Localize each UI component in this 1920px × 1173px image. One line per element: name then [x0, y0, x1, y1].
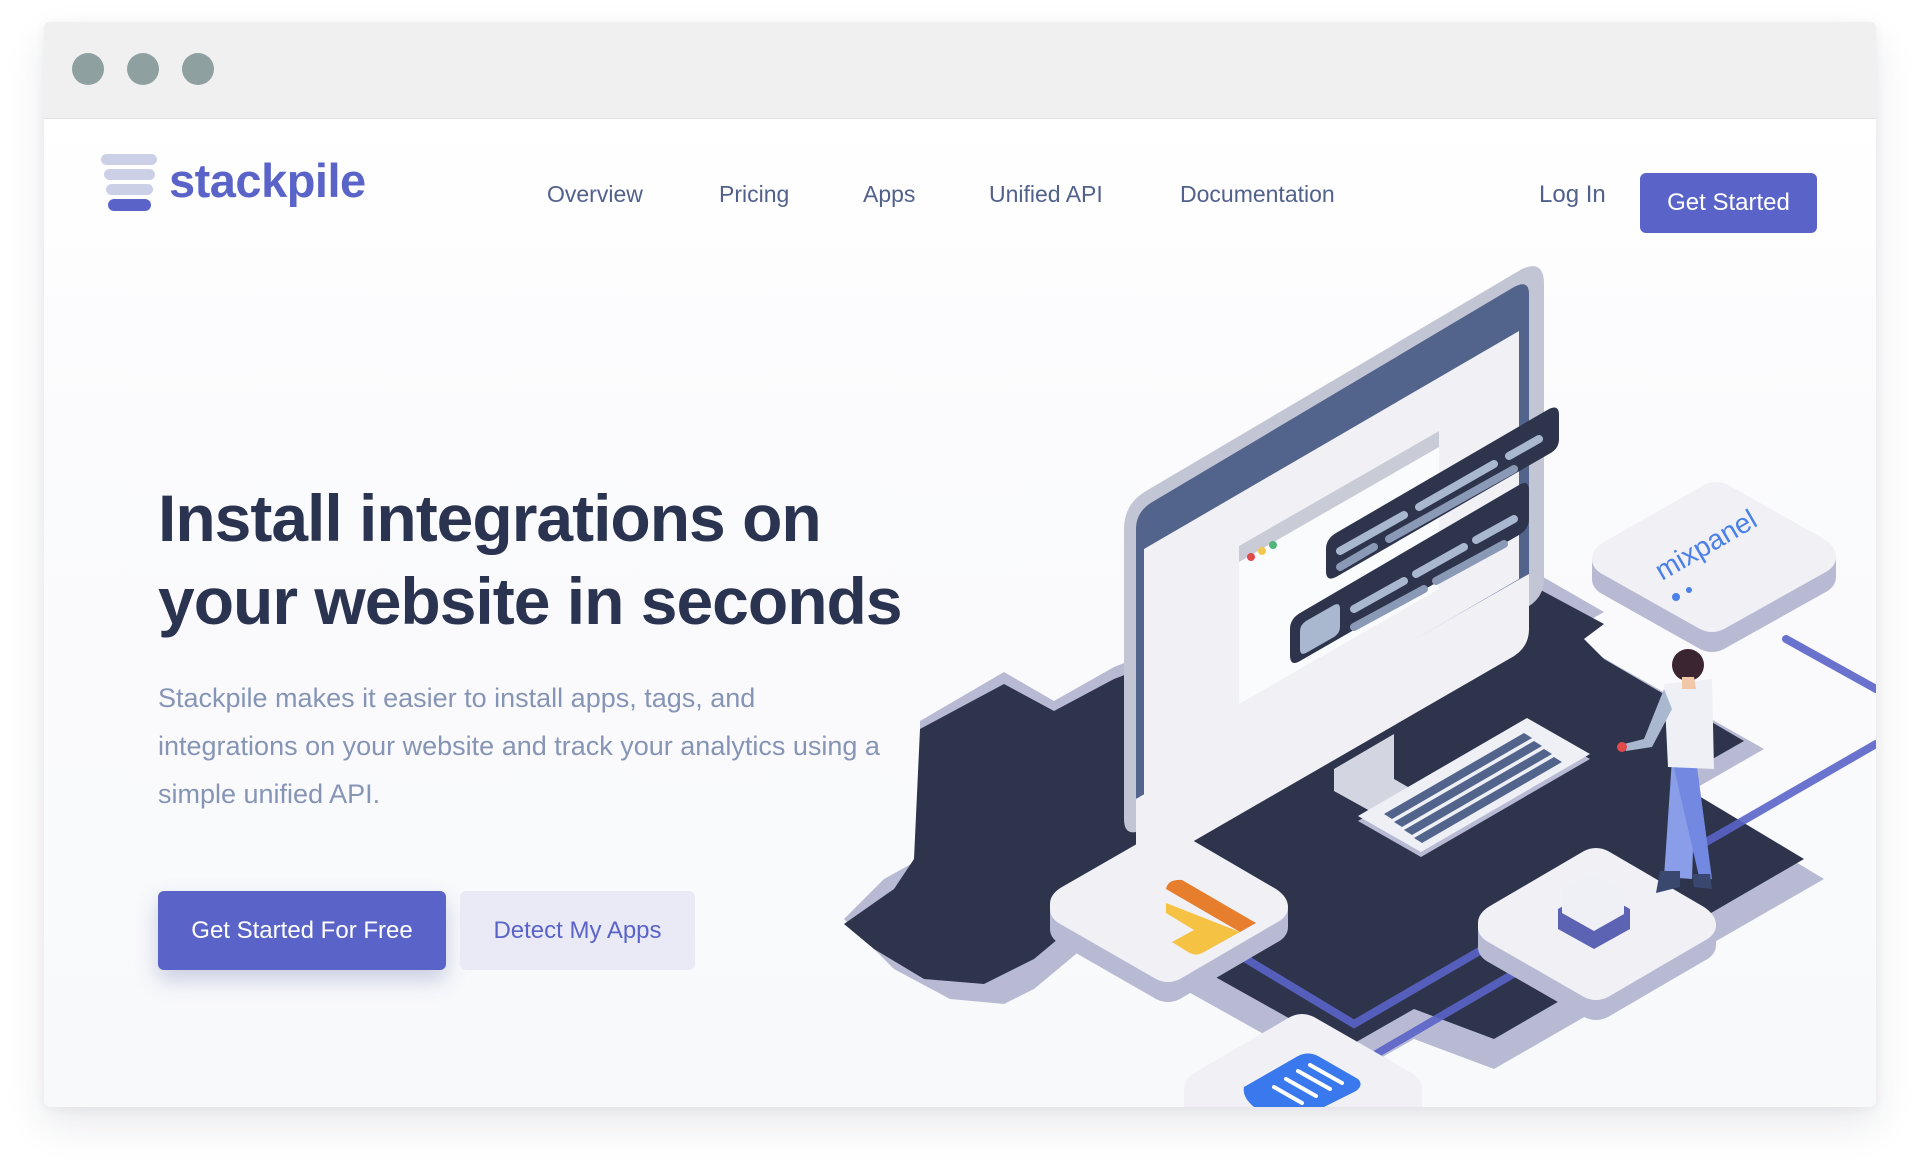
stack-layers-icon [101, 154, 157, 212]
monitor [1124, 266, 1544, 867]
tile-google-analytics [1050, 830, 1288, 1002]
landing-page: mixpanel stackpile Overview Pricing Apps… [44, 119, 1876, 1107]
brand-name: stackpile [169, 153, 366, 207]
hero-subtitle: Stackpile makes it easier to install app… [158, 683, 880, 809]
browser-window: mixpanel stackpile Overview Pricing Apps… [44, 22, 1876, 1107]
person-figure [1617, 649, 1714, 893]
keyboard [1358, 718, 1590, 857]
get-started-button[interactable]: Get Started [1640, 173, 1817, 233]
hero-title-line1: Install integrations on [158, 481, 822, 555]
hero-title: Install integrations on your website in … [158, 477, 903, 643]
connection-lines [1242, 635, 1876, 1071]
window-minimize-button[interactable] [127, 53, 159, 85]
hero-title-line2: your website in seconds [158, 564, 903, 638]
window-maximize-button[interactable] [182, 53, 214, 85]
mixpanel-logo-text: mixpanel [1650, 503, 1763, 586]
nav-overview[interactable]: Overview [547, 181, 643, 208]
tile-person-platform [1478, 848, 1716, 1020]
window-close-button[interactable] [72, 53, 104, 85]
login-link[interactable]: Log In [1539, 181, 1606, 209]
tile-intercom [1184, 1014, 1422, 1107]
nav-unified-api[interactable]: Unified API [989, 181, 1103, 208]
nav-documentation[interactable]: Documentation [1180, 181, 1335, 208]
brand-logo[interactable]: stackpile [101, 153, 366, 213]
platform-base [844, 549, 1824, 1079]
code-panels [1290, 407, 1559, 663]
nav-apps[interactable]: Apps [863, 181, 915, 208]
get-started-free-button[interactable]: Get Started For Free [158, 891, 446, 970]
detect-my-apps-button[interactable]: Detect My Apps [460, 891, 695, 970]
window-titlebar [44, 22, 1876, 119]
nav-pricing[interactable]: Pricing [719, 181, 789, 208]
tile-mixpanel: mixpanel [1592, 482, 1836, 652]
